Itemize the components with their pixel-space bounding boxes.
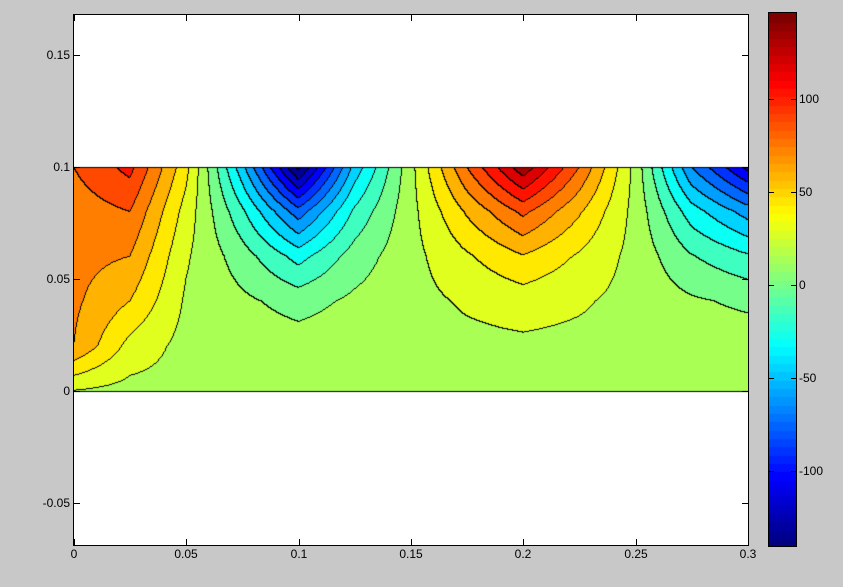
y-tick-label: 0.1	[53, 160, 70, 174]
x-tick-mark	[410, 539, 412, 545]
y-tick-label: -0.05	[42, 496, 70, 510]
colorbar-tick-mark-right	[791, 284, 796, 286]
colorbar-tick-mark	[769, 98, 774, 100]
x-tick-mark-top	[73, 15, 75, 21]
y-tick-mark-right	[742, 390, 748, 392]
y-tick-mark	[74, 278, 80, 280]
colorbar	[769, 13, 796, 546]
colorbar-tick-label: -50	[799, 371, 817, 385]
x-tick-label: 0.15	[399, 547, 423, 561]
y-tick-label: 0.05	[46, 272, 70, 286]
x-tick-mark-top	[298, 15, 300, 21]
y-tick-mark-right	[742, 278, 748, 280]
y-tick-label: 0	[63, 384, 70, 398]
x-tick-label: 0	[70, 547, 78, 561]
x-tick-mark-top	[185, 15, 187, 21]
colorbar-tick-mark-right	[791, 470, 796, 472]
x-tick-mark-top	[747, 15, 749, 21]
y-tick-label: 0.15	[46, 48, 70, 62]
colorbar-tick-mark-right	[791, 191, 796, 193]
y-tick-mark-right	[742, 502, 748, 504]
x-tick-mark	[635, 539, 637, 545]
colorbar-tick-label: 0	[799, 278, 806, 292]
x-tick-mark	[73, 539, 75, 545]
y-tick-mark-right	[742, 54, 748, 56]
colorbar-tick-mark	[769, 470, 774, 472]
x-tick-mark	[298, 539, 300, 545]
x-tick-label: 0.3	[739, 547, 757, 561]
colorbar-tick-mark-right	[791, 98, 796, 100]
x-tick-mark	[185, 539, 187, 545]
colorbar-tick-mark-right	[791, 377, 796, 379]
contour-plot-area	[74, 15, 748, 545]
x-tick-mark	[522, 539, 524, 545]
y-tick-mark	[74, 390, 80, 392]
x-tick-label: 0.2	[514, 547, 532, 561]
y-tick-mark-right	[742, 166, 748, 168]
x-tick-mark	[747, 539, 749, 545]
y-tick-mark	[74, 54, 80, 56]
colorbar-tick-mark	[769, 284, 774, 286]
colorbar-tick-mark	[769, 377, 774, 379]
y-tick-mark	[74, 166, 80, 168]
x-tick-mark-top	[410, 15, 412, 21]
x-tick-mark-top	[522, 15, 524, 21]
x-tick-label: 0.05	[174, 547, 198, 561]
colorbar-tick-label: 50	[799, 185, 813, 199]
colorbar-tick-mark	[769, 191, 774, 193]
x-tick-label: 0.1	[290, 547, 308, 561]
x-tick-mark-top	[635, 15, 637, 21]
x-tick-label: 0.25	[624, 547, 648, 561]
y-tick-mark	[74, 502, 80, 504]
colorbar-tick-label: 100	[799, 92, 820, 106]
colorbar-tick-label: -100	[799, 464, 824, 478]
